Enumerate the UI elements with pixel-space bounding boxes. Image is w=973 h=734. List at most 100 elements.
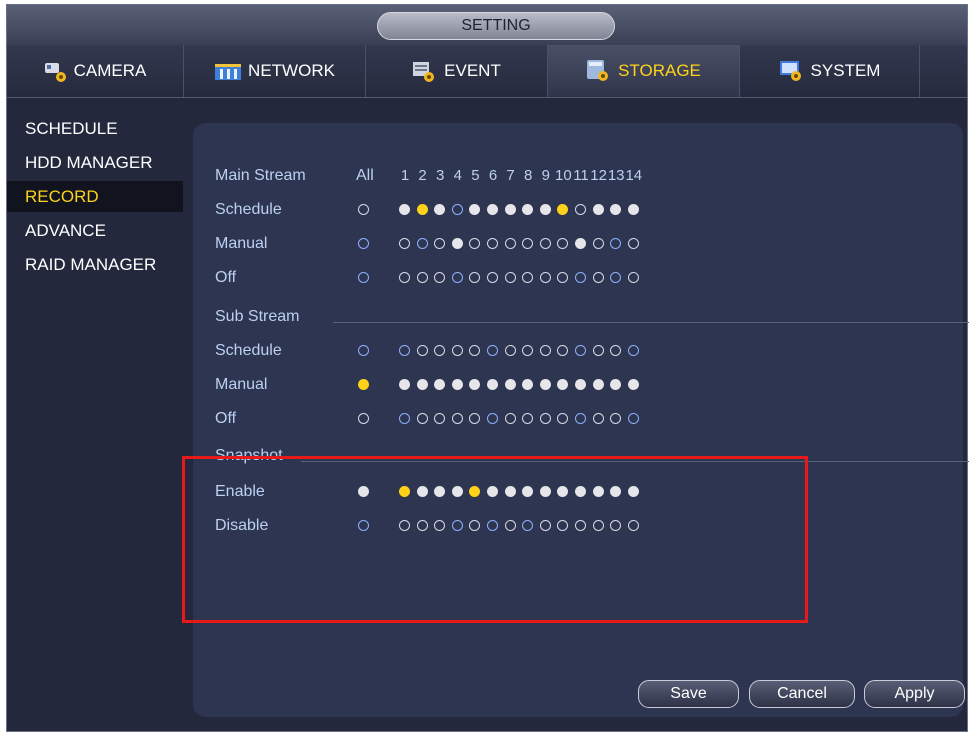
channel-radio[interactable] <box>451 379 463 390</box>
channel-radio[interactable] <box>416 520 428 531</box>
channel-radio[interactable] <box>575 345 586 356</box>
channel-radio[interactable] <box>627 520 639 531</box>
channel-radio[interactable] <box>592 379 604 390</box>
all-radio-schedule[interactable] <box>358 345 369 356</box>
channel-radio[interactable] <box>592 204 604 215</box>
channel-radio[interactable] <box>627 486 639 497</box>
channel-radio[interactable] <box>399 204 410 215</box>
channel-radio[interactable] <box>451 520 463 531</box>
channel-radio[interactable] <box>416 272 428 283</box>
channel-radio[interactable] <box>399 413 410 424</box>
channel-radio[interactable] <box>539 345 551 356</box>
channel-radio[interactable] <box>487 238 498 249</box>
channel-radio[interactable] <box>416 238 428 249</box>
channel-radio[interactable] <box>627 345 639 356</box>
save-button[interactable]: Save <box>638 680 739 708</box>
channel-radio[interactable] <box>399 272 410 283</box>
channel-radio[interactable] <box>539 413 551 424</box>
channel-radio[interactable] <box>487 486 498 497</box>
channel-radio[interactable] <box>592 345 604 356</box>
all-radio-enable[interactable] <box>358 486 369 497</box>
channel-radio[interactable] <box>416 345 428 356</box>
channel-radio[interactable] <box>451 345 463 356</box>
all-radio-off[interactable] <box>358 272 369 283</box>
camera-icon <box>44 60 68 82</box>
channel-radio[interactable] <box>575 238 586 249</box>
apply-button[interactable]: Apply <box>864 680 965 708</box>
section-title-snapshot: Snapshot <box>215 447 283 464</box>
channel-radio[interactable] <box>627 238 639 249</box>
sidebar-item-hdd-manager[interactable]: HDD MANAGER <box>7 147 183 178</box>
channel-radio[interactable] <box>399 520 410 531</box>
channel-radio[interactable] <box>451 238 463 249</box>
channel-radio[interactable] <box>539 272 551 283</box>
title-bar: SETTING <box>7 5 967 45</box>
channel-radio[interactable] <box>487 272 498 283</box>
channel-radio[interactable] <box>627 204 639 215</box>
tab-camera[interactable]: CAMERA <box>7 45 184 97</box>
all-radio-disable[interactable] <box>358 520 369 531</box>
channel-radio[interactable] <box>451 204 463 215</box>
settings-window: SETTING CAMERA NETWORK EVENT STORAGE SYSTEM … <box>6 4 969 732</box>
tab-event[interactable]: EVENT <box>366 45 548 97</box>
all-radio-off[interactable] <box>358 413 369 424</box>
channel-radio[interactable] <box>504 204 516 215</box>
channel-radio[interactable] <box>592 272 604 283</box>
channel-radio[interactable] <box>504 272 516 283</box>
channel-radio[interactable] <box>416 486 428 497</box>
channel-radio[interactable] <box>504 486 516 497</box>
channel-radio[interactable] <box>399 379 410 390</box>
channel-radio[interactable] <box>504 413 516 424</box>
channel-radio[interactable] <box>575 272 586 283</box>
channel-radio[interactable] <box>575 486 586 497</box>
row-label-schedule: Schedule <box>215 201 282 218</box>
channel-radio[interactable] <box>487 520 498 531</box>
channel-radio[interactable] <box>575 204 586 215</box>
channel-radio[interactable] <box>487 345 498 356</box>
channel-radio[interactable] <box>451 272 463 283</box>
tab-system[interactable]: SYSTEM <box>740 45 920 97</box>
channel-radio[interactable] <box>416 204 428 215</box>
channel-radio[interactable] <box>504 238 516 249</box>
channel-radio[interactable] <box>539 204 551 215</box>
channel-radio[interactable] <box>504 379 516 390</box>
channel-radio[interactable] <box>575 520 586 531</box>
channel-radio[interactable] <box>487 379 498 390</box>
channel-radio[interactable] <box>416 379 428 390</box>
channel-radio[interactable] <box>627 413 639 424</box>
channel-radio[interactable] <box>627 272 639 283</box>
channel-radio[interactable] <box>539 520 551 531</box>
row-label-enable: Enable <box>215 483 265 500</box>
channel-radio[interactable] <box>627 379 639 390</box>
tab-storage[interactable]: STORAGE <box>548 45 740 97</box>
channel-radio[interactable] <box>504 345 516 356</box>
channel-radio[interactable] <box>399 238 410 249</box>
sidebar-item-advance[interactable]: ADVANCE <box>7 215 183 246</box>
all-radio-schedule[interactable] <box>358 204 369 215</box>
sidebar-item-raid-manager[interactable]: RAID MANAGER <box>7 249 183 280</box>
channel-radio[interactable] <box>487 413 498 424</box>
channel-radio[interactable] <box>504 520 516 531</box>
channel-radio[interactable] <box>539 486 551 497</box>
channel-radio[interactable] <box>575 379 586 390</box>
channel-radio[interactable] <box>399 345 410 356</box>
all-column-header: All <box>356 167 374 184</box>
all-radio-manual[interactable] <box>358 238 369 249</box>
tab-network[interactable]: NETWORK <box>184 45 366 97</box>
sidebar-item-record[interactable]: RECORD <box>7 181 183 212</box>
channel-radio[interactable] <box>399 486 410 497</box>
sidebar-item-schedule[interactable]: SCHEDULE <box>7 113 183 144</box>
channel-radio[interactable] <box>416 413 428 424</box>
channel-radio[interactable] <box>592 238 604 249</box>
channel-radio[interactable] <box>539 238 551 249</box>
cancel-button[interactable]: Cancel <box>749 680 855 708</box>
channel-radio[interactable] <box>451 486 463 497</box>
channel-radio[interactable] <box>592 486 604 497</box>
all-radio-manual[interactable] <box>358 379 369 390</box>
channel-radio[interactable] <box>487 204 498 215</box>
channel-radio[interactable] <box>575 413 586 424</box>
channel-radio[interactable] <box>592 520 604 531</box>
channel-radio[interactable] <box>592 413 604 424</box>
channel-radio[interactable] <box>451 413 463 424</box>
channel-radio[interactable] <box>539 379 551 390</box>
